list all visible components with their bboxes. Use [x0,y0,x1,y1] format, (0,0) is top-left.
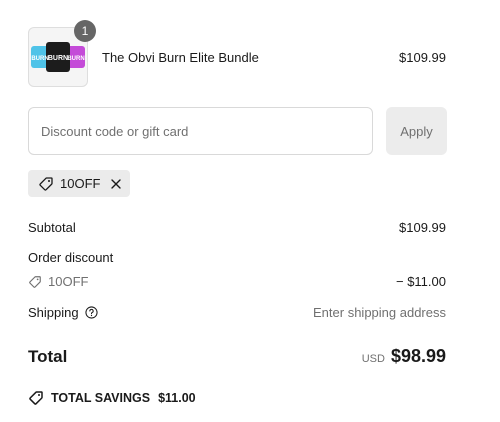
quantity-badge: 1 [74,20,96,42]
applied-discount-code: 10OFF [60,176,101,191]
apply-button[interactable]: Apply [386,107,447,155]
order-discount-label: Order discount [28,250,114,265]
total-label: Total [28,347,68,366]
total-savings: TOTAL SAVINGS $11.00 [28,390,196,406]
tag-icon [29,391,43,405]
currency-code: USD [361,353,385,365]
product-name: The Obvi Burn Elite Bundle [102,50,259,65]
tag-icon [29,275,41,288]
thumb-label-center: BURN [48,55,68,62]
thumb-label-left: BURN [31,56,48,62]
discount-code-input[interactable] [28,107,373,155]
close-icon[interactable] [110,178,122,190]
savings-label: TOTAL SAVINGS [51,391,151,405]
product-image: BURN BURN BURN [31,42,85,72]
product-price: $109.99 [399,50,446,65]
shipping-row: Shipping [28,305,98,320]
discount-amount: − $11.00 [395,274,446,289]
remove-discount-button[interactable] [110,178,122,190]
shipping-help[interactable] [85,306,98,319]
tag-icon [39,176,53,191]
discount-code-line: 10OFF [28,274,88,289]
savings-value: $11.00 [158,391,196,405]
help-circle-icon[interactable] [85,306,98,319]
discount-code-text: 10OFF [48,274,89,289]
total-amount: USD $98.99 [362,346,446,367]
applied-discount-chip: 10OFF [28,170,131,197]
shipping-value: Enter shipping address [313,305,446,320]
subtotal-label: Subtotal [28,220,76,235]
subtotal-value: $109.99 [399,220,446,235]
thumb-label-right: BURN [67,56,84,62]
total-value: $98.99 [390,346,446,366]
shipping-label: Shipping [28,305,79,320]
